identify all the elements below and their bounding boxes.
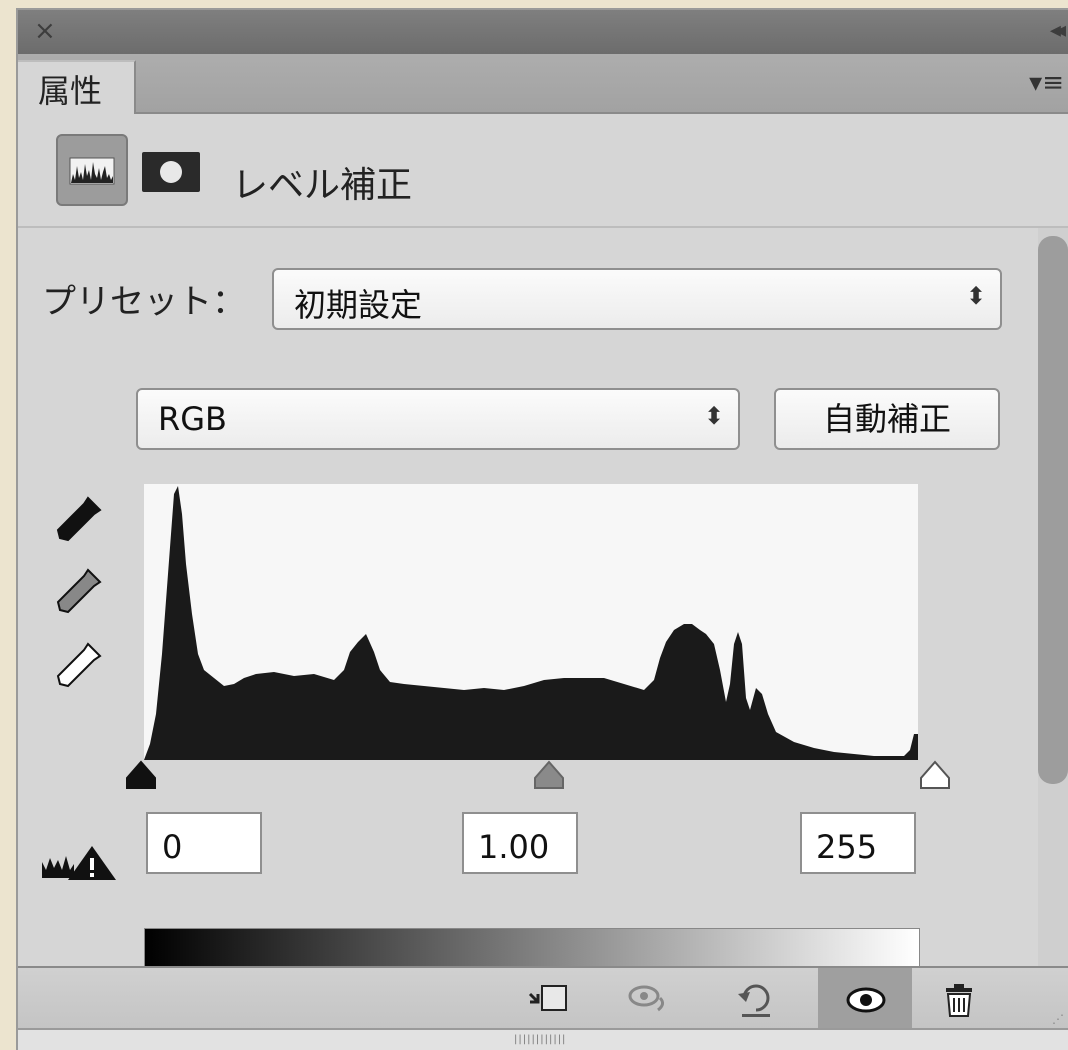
black-eyedropper-icon[interactable] bbox=[52, 490, 108, 546]
white-eyedropper-icon[interactable] bbox=[52, 636, 108, 692]
close-icon[interactable]: × bbox=[34, 18, 56, 44]
resize-grip-icon[interactable]: ⋰ bbox=[1052, 1012, 1064, 1026]
histogram bbox=[144, 484, 918, 760]
input-black-field[interactable]: 0 bbox=[146, 812, 262, 874]
view-previous-icon[interactable] bbox=[626, 980, 670, 1018]
select-arrows-icon: ⬍ bbox=[965, 282, 986, 310]
clipping-warning-icon[interactable] bbox=[40, 842, 120, 882]
visibility-eye-icon bbox=[846, 987, 886, 1013]
reset-icon[interactable] bbox=[734, 980, 778, 1018]
panel-bottom-strip: |||||||||||| bbox=[18, 1028, 1068, 1050]
histogram-icon[interactable] bbox=[56, 134, 128, 206]
panel-titlebar: × ◂◂ bbox=[18, 10, 1068, 54]
tab-properties-label: 属性 bbox=[38, 72, 103, 110]
preset-label: プリセット： bbox=[42, 282, 246, 322]
gamma-slider[interactable] bbox=[532, 758, 566, 792]
tab-bar: 属性 ▾≡ bbox=[18, 54, 1068, 114]
trash-icon[interactable] bbox=[938, 980, 982, 1018]
preset-value: 初期設定 bbox=[294, 286, 423, 324]
scrollbar-track[interactable] bbox=[1038, 228, 1068, 968]
scrollbar-thumb[interactable] bbox=[1038, 236, 1068, 784]
channel-value: RGB bbox=[158, 400, 227, 438]
double-chevron-icon[interactable]: ◂◂ bbox=[1050, 20, 1066, 42]
gray-eyedropper-icon[interactable] bbox=[52, 562, 108, 618]
levels-content: プリセット： 初期設定 ⬍ RGB ⬍ 自動補正 0 1.00 255 bbox=[18, 228, 1038, 968]
output-gradient-bar bbox=[144, 928, 920, 968]
adjustment-header: レベル補正 bbox=[18, 114, 1068, 228]
select-arrows-icon: ⬍ bbox=[703, 402, 724, 430]
input-gamma-field[interactable]: 1.00 bbox=[462, 812, 578, 874]
panel-footer: ⋰ bbox=[18, 966, 1068, 1030]
black-point-slider[interactable] bbox=[124, 758, 158, 792]
input-white-field[interactable]: 255 bbox=[800, 812, 916, 874]
adjustment-title: レベル補正 bbox=[232, 165, 413, 206]
tab-properties[interactable]: 属性 bbox=[18, 60, 136, 114]
drag-grip-icon[interactable]: |||||||||||| bbox=[514, 1034, 566, 1045]
clip-to-layer-icon[interactable] bbox=[526, 980, 570, 1018]
auto-button[interactable]: 自動補正 bbox=[774, 388, 1000, 450]
mask-icon[interactable] bbox=[142, 152, 200, 192]
visibility-toggle[interactable] bbox=[818, 968, 912, 1030]
preset-select[interactable]: 初期設定 ⬍ bbox=[272, 268, 1002, 330]
white-point-slider[interactable] bbox=[918, 758, 952, 792]
input-slider-track bbox=[118, 758, 958, 798]
properties-panel: × ◂◂ 属性 ▾≡ レベル補正 プリセット： 初期設定 ⬍ RGB ⬍ 自動補… bbox=[16, 8, 1068, 1050]
channel-select[interactable]: RGB ⬍ bbox=[136, 388, 740, 450]
panel-menu-icon[interactable]: ▾≡ bbox=[1029, 68, 1064, 98]
